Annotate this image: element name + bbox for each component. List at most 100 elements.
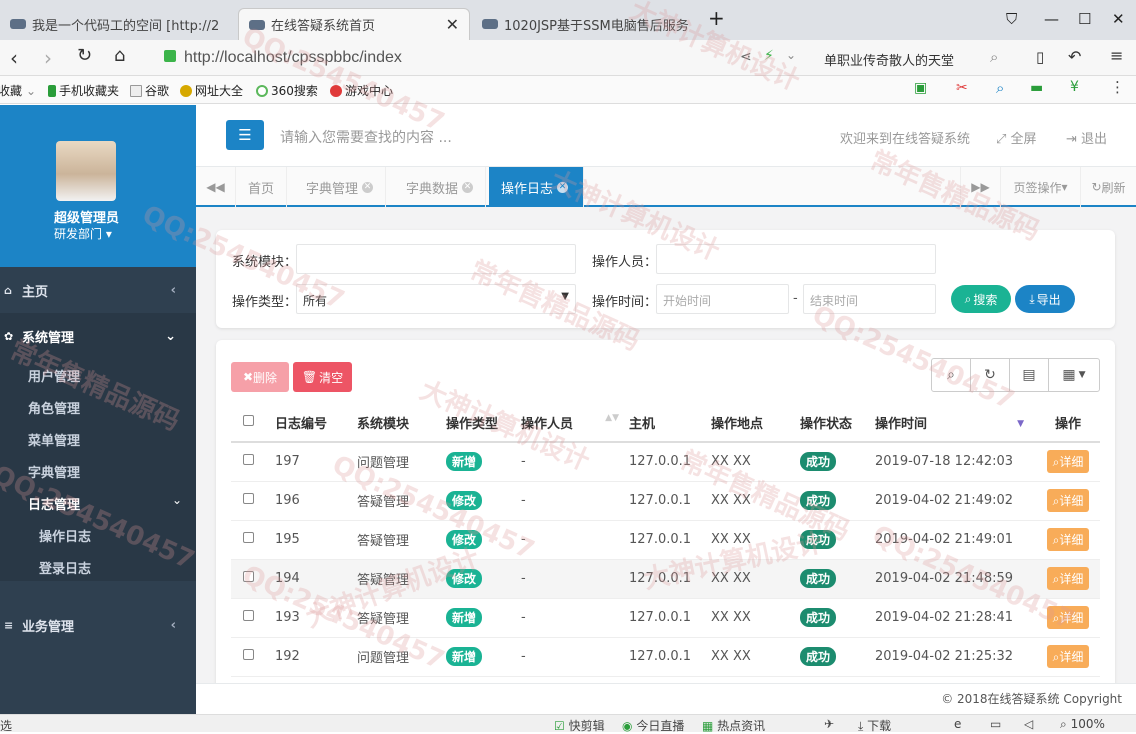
col-header[interactable]: 操作人员 ▲▼ <box>515 403 623 443</box>
lightning-icon[interactable]: ⚡ <box>764 48 774 64</box>
back-icon[interactable]: ‹ <box>10 46 18 70</box>
reload-icon[interactable]: ↻ <box>77 45 92 66</box>
detail-button[interactable]: ⌕详细 <box>1046 489 1090 512</box>
table-refresh-button[interactable]: ↻ <box>970 358 1010 392</box>
close-icon[interactable]: ✕ <box>462 181 474 193</box>
table-row[interactable]: 192 问题管理 新增 -127.0.0.1 XX XX 成功 2019-04-02 21:… <box>231 637 1100 677</box>
search-engine-field[interactable]: 单职业传奇散人的天堂 ⌕ <box>816 42 1024 72</box>
row-checkbox[interactable] <box>231 481 269 521</box>
status-item[interactable]: ☑ 快剪辑 <box>554 717 605 734</box>
table-row[interactable]: 194 答疑管理 修改 -127.0.0.1 XX XX 成功 2019-04-02 21:… <box>231 559 1100 599</box>
delete-button[interactable]: ✖ 删除 <box>231 362 289 392</box>
type-select[interactable]: 所有 ▼ <box>296 284 576 314</box>
magnifier-icon[interactable]: ⌕ <box>996 79 1004 97</box>
sidebar-item-users[interactable]: 用户管理 <box>28 366 80 385</box>
money-icon[interactable]: ¥ <box>1070 79 1079 95</box>
select-all-checkbox[interactable] <box>231 403 269 443</box>
detail-button[interactable]: ⌕详细 <box>1046 606 1090 629</box>
table-row[interactable]: 196 答疑管理 修改 -127.0.0.1 XX XX 成功 2019-04-02 21:… <box>231 481 1100 521</box>
sidebar-item-login-log[interactable]: 登录日志 <box>39 558 91 577</box>
bookmark-item[interactable]: 游戏中心 <box>330 82 393 99</box>
operator-input[interactable] <box>656 244 936 274</box>
minimize-icon[interactable]: — <box>1044 10 1059 28</box>
bookmark-item[interactable]: 收藏 ⌄ <box>0 82 36 99</box>
detail-button[interactable]: ⌕详细 <box>1046 528 1090 551</box>
sidebar-item-business[interactable]: ≡ 业务管理 ‹ <box>0 602 196 648</box>
tools-icon[interactable]: ✂ <box>956 80 968 96</box>
new-tab-icon[interactable]: + <box>708 6 725 30</box>
end-time-input[interactable]: 结束时间 <box>803 284 936 314</box>
sidebar-item-home[interactable]: ⌂ 主页 ‹ <box>0 267 196 313</box>
user-dept[interactable]: 研发部门 ▾ <box>54 225 112 242</box>
bookmark-item[interactable]: 360搜索 <box>256 82 318 99</box>
fullscreen-button[interactable]: ⤢ 全屏 <box>996 128 1037 147</box>
tabs-next-button[interactable]: ▶▶ <box>960 167 1000 207</box>
bookmark-item[interactable]: 网址大全 <box>180 82 243 99</box>
ie-icon[interactable]: e <box>954 717 961 731</box>
tab-home[interactable]: 首页 <box>236 167 288 207</box>
chevron-down-icon[interactable]: ⌄ <box>786 48 796 62</box>
avatar[interactable] <box>56 141 116 201</box>
col-header[interactable]: 系统模块 <box>351 403 440 443</box>
tab-dict-data[interactable]: 字典数据 ✕ <box>394 167 487 207</box>
sidebar-item-menus[interactable]: 菜单管理 <box>28 430 80 449</box>
table-toggle-view-button[interactable]: ▤ <box>1009 358 1049 392</box>
col-header[interactable]: 操作状态 <box>794 403 869 443</box>
search-button[interactable]: ⌕ 搜索 <box>951 285 1011 313</box>
tabs-prev-button[interactable]: ◀◀ <box>196 167 236 207</box>
close-icon[interactable]: ✕ <box>362 181 374 193</box>
detail-button[interactable]: ⌕详细 <box>1046 450 1090 474</box>
status-item[interactable]: ◉ 今日直播 <box>622 717 684 734</box>
phone-icon[interactable]: ▯ <box>1036 48 1044 66</box>
forward-icon[interactable]: › <box>44 46 52 70</box>
row-checkbox[interactable] <box>231 598 269 638</box>
zoom-item[interactable]: ⌕ 100% <box>1060 717 1105 732</box>
tab-oper-log[interactable]: 操作日志 ✕ <box>489 167 584 207</box>
col-header[interactable]: 操作地点 <box>705 403 794 443</box>
share-icon[interactable]: ⋖ <box>740 49 752 65</box>
maximize-icon[interactable]: ☐ <box>1078 10 1091 28</box>
table-row[interactable]: 197 问题管理 新增 -127.0.0.1 XX XX 成功 2019-07-18 12:… <box>231 442 1100 482</box>
tab-ops-dropdown[interactable]: 页签操作 ▾ <box>1000 167 1080 207</box>
browser-tab[interactable]: 1020JSP基于SSM电脑售后服务 <box>472 8 702 40</box>
module-input[interactable] <box>296 244 576 274</box>
columns-dropdown[interactable]: ▦ ▼ <box>1048 358 1100 392</box>
menu-toggle-button[interactable]: ☰ <box>226 120 264 150</box>
close-window-icon[interactable]: ✕ <box>1112 10 1125 28</box>
browser-tab-active[interactable]: 在线答疑系统首页 ✕ <box>238 8 470 40</box>
home-icon[interactable]: ⌂ <box>114 45 125 66</box>
gamepad-icon[interactable]: ▬ <box>1030 80 1043 96</box>
detail-button[interactable]: ⌕详细 <box>1046 567 1090 590</box>
row-checkbox[interactable] <box>231 520 269 560</box>
detail-button[interactable]: ⌕详细 <box>1046 645 1090 668</box>
close-icon[interactable]: ✕ <box>557 181 569 193</box>
search-input[interactable]: 请输入您需要查找的内容 ... <box>280 127 452 147</box>
sidebar-item-roles[interactable]: 角色管理 <box>28 398 80 417</box>
col-header[interactable]: 主机 <box>623 403 705 443</box>
window-icon[interactable]: ▭ <box>990 717 1001 731</box>
status-item[interactable]: ▦ 热点资讯 <box>702 717 765 734</box>
sidebar-item-oper-log[interactable]: 操作日志 <box>39 526 91 545</box>
table-search-button[interactable]: ⌕ <box>931 358 971 392</box>
row-checkbox[interactable] <box>231 559 269 599</box>
extension-icon[interactable]: ▣ <box>914 80 927 96</box>
sidebar-item-dict[interactable]: 字典管理 <box>28 462 80 481</box>
menu-icon[interactable]: ≡ <box>1110 46 1123 65</box>
satellite-icon[interactable]: ✈ <box>824 717 834 731</box>
start-time-input[interactable]: 开始时间 <box>656 284 789 314</box>
grid-icon[interactable]: ⋮ <box>1110 78 1125 96</box>
shirt-icon[interactable]: ⛉ <box>1006 10 1017 28</box>
bookmark-item[interactable]: 谷歌 <box>130 82 169 99</box>
col-header[interactable]: 日志编号 <box>269 403 351 443</box>
sidebar-item-logs[interactable]: 日志管理 <box>28 494 80 513</box>
refresh-tab-button[interactable]: ↻ 刷新 <box>1080 167 1136 207</box>
row-checkbox[interactable] <box>231 637 269 677</box>
search-icon[interactable]: ⌕ <box>990 48 998 66</box>
clear-button[interactable]: 🗑 清空 <box>293 362 352 392</box>
browser-tab[interactable]: 我是一个代码工的空间 [http://2 <box>0 8 236 40</box>
tab-dict[interactable]: 字典管理 ✕ <box>294 167 387 207</box>
table-row[interactable]: 195 答疑管理 修改 -127.0.0.1 XX XX 成功 2019-04-02 21:… <box>231 520 1100 560</box>
volume-icon[interactable]: ◁ <box>1024 717 1033 731</box>
bookmark-item[interactable]: 手机收藏夹 <box>48 82 119 99</box>
undo-icon[interactable]: ↶ <box>1068 47 1081 66</box>
